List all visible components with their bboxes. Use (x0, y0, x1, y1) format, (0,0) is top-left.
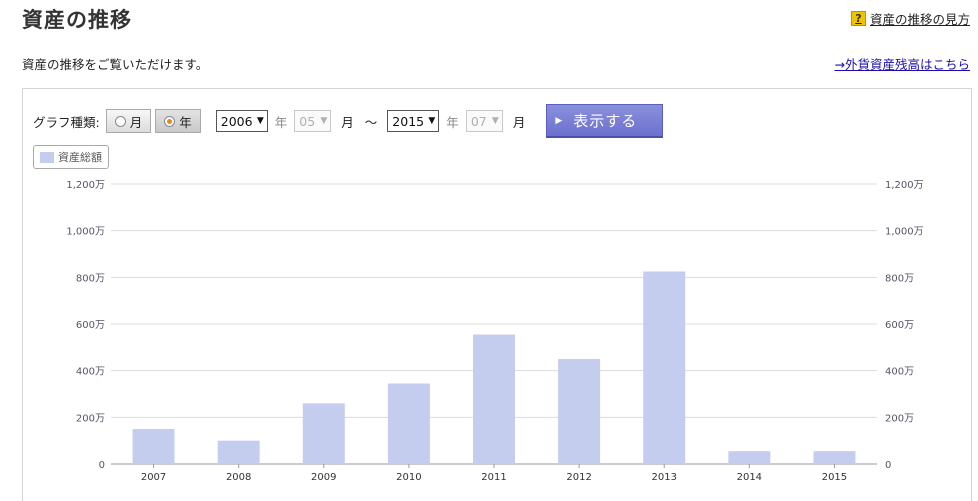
x-tick-label: 2009 (311, 472, 336, 483)
y-tick-label-right: 400万 (885, 367, 914, 378)
bar-2013 (643, 271, 686, 464)
chart-panel: グラフ種類: 月 年 2006 ▼ 年 05 ▼ 月 ～ 2015 ▼ 年 07… (22, 88, 972, 501)
bar-2012 (558, 359, 601, 464)
x-tick-label: 2007 (141, 472, 166, 483)
x-tick-label: 2014 (737, 472, 762, 483)
y-tick-label-right: 200万 (885, 413, 914, 424)
y-tick-label-left: 0 (99, 460, 105, 471)
y-tick-label-left: 1,000万 (66, 227, 105, 238)
help-link-label[interactable]: 資産の推移の見方 (870, 9, 970, 28)
y-tick-label-right: 1,200万 (885, 180, 924, 191)
y-tick-label-right: 0 (885, 460, 891, 471)
y-tick-label-left: 800万 (76, 273, 105, 284)
foreign-currency-link[interactable]: →外貨資産残高はこちら (835, 54, 970, 73)
y-tick-label-left: 1,200万 (66, 180, 105, 191)
page-title: 資産の推移 (22, 8, 132, 32)
y-tick-label-left: 200万 (76, 413, 105, 424)
bar-2009 (302, 403, 345, 464)
bar-2010 (387, 383, 430, 464)
help-link[interactable]: ? 資産の推移の見方 (850, 9, 970, 28)
bar-chart: 0 0 200万 200万 400万 400万 600万 600万 800万 800万 1,000万… (66, 180, 924, 483)
bar-2015 (813, 451, 856, 464)
bar-2007 (132, 429, 175, 464)
page-subtitle: 資産の推移をご覧いただけます。 (22, 57, 209, 72)
x-tick-label: 2015 (822, 472, 847, 483)
x-tick-label: 2013 (651, 472, 676, 483)
bar-2011 (473, 334, 515, 464)
x-tick-label: 2011 (481, 472, 506, 483)
y-tick-label-right: 600万 (885, 320, 914, 331)
y-tick-label-right: 800万 (885, 273, 914, 284)
y-tick-label-left: 600万 (76, 320, 105, 331)
x-tick-label: 2012 (566, 472, 591, 483)
x-tick-label: 2008 (226, 472, 251, 483)
bar-2008 (217, 440, 260, 464)
y-tick-label-left: 400万 (76, 367, 105, 378)
help-question-icon: ? (850, 11, 866, 26)
x-tick-label: 2010 (396, 472, 421, 483)
bar-2014 (728, 451, 771, 464)
y-tick-label-right: 1,000万 (885, 227, 924, 238)
